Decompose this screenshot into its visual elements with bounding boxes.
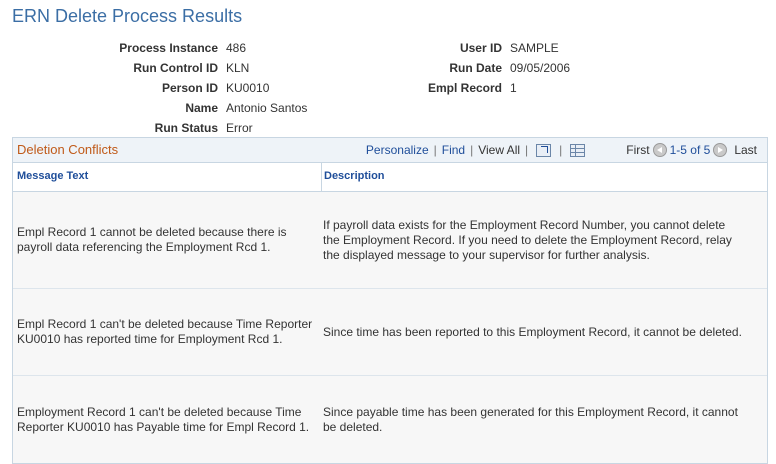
- grid-title: Deletion Conflicts: [17, 142, 119, 157]
- description-cell: If payroll data exists for the Employmen…: [323, 217, 732, 262]
- field-label: Name: [185, 101, 218, 115]
- column-header-description[interactable]: Description: [324, 170, 385, 182]
- table-row: Empl Record 1 can't be deleted because T…: [13, 289, 767, 376]
- field-label: Empl Record: [427, 81, 502, 95]
- field-label: User ID: [459, 41, 502, 55]
- new-window-icon[interactable]: [536, 143, 552, 157]
- field-value: Error: [226, 121, 253, 135]
- field-empl-record: Empl Record 1: [0, 78, 535, 98]
- nav-separator: |: [525, 143, 529, 157]
- personalize-link[interactable]: Personalize: [366, 143, 429, 157]
- message-text-cell: Empl Record 1 can't be deleted because T…: [17, 317, 313, 346]
- grid-header: Deletion Conflicts Personalize | Find | …: [13, 138, 767, 163]
- nav-separator: |: [470, 143, 474, 157]
- find-link[interactable]: Find: [442, 143, 465, 157]
- field-value: 09/05/2006: [510, 61, 571, 75]
- message-text-cell: Employment Record 1 can't be deleted bec…: [17, 404, 310, 434]
- first-link[interactable]: First: [626, 143, 649, 157]
- page-title: ERN Delete Process Results: [12, 6, 243, 26]
- field-value: SAMPLE: [510, 41, 559, 55]
- field-run-date: Run Date 09/05/2006: [0, 58, 570, 78]
- field-run-status: Run Status Error: [0, 118, 253, 138]
- row-range: 1-5 of 5: [669, 143, 711, 157]
- table-row: Empl Record 1 cannot be deleted because …: [13, 192, 767, 289]
- field-name: Name Antonio Santos: [0, 98, 307, 118]
- field-user-id: User ID SAMPLE: [0, 38, 559, 58]
- column-headers: Message Text Description: [13, 163, 767, 192]
- previous-row-icon[interactable]: [652, 143, 667, 157]
- field-label: Run Date: [449, 61, 502, 75]
- table-row: Employment Record 1 can't be deleted bec…: [13, 376, 767, 463]
- next-row-icon[interactable]: [713, 143, 728, 157]
- view-all-link[interactable]: View All: [478, 143, 520, 157]
- column-header-message-text[interactable]: Message Text: [17, 170, 88, 182]
- description-cell: Since time has been reported to this Emp…: [323, 324, 742, 339]
- field-label: Run Status: [154, 121, 218, 135]
- field-value: Antonio Santos: [226, 101, 308, 115]
- nav-separator: |: [433, 143, 437, 157]
- message-text-cell: Empl Record 1 cannot be deleted because …: [17, 225, 287, 254]
- field-value: 1: [510, 81, 517, 95]
- download-spreadsheet-icon[interactable]: [570, 143, 586, 157]
- grid-navigation: Personalize | Find | View All | | First …: [366, 143, 757, 157]
- last-link[interactable]: Last: [734, 143, 757, 157]
- description-cell: Since payable time has been generated fo…: [323, 404, 738, 434]
- deletion-conflicts-grid: Deletion Conflicts Personalize | Find | …: [12, 137, 768, 464]
- nav-separator: |: [559, 143, 563, 157]
